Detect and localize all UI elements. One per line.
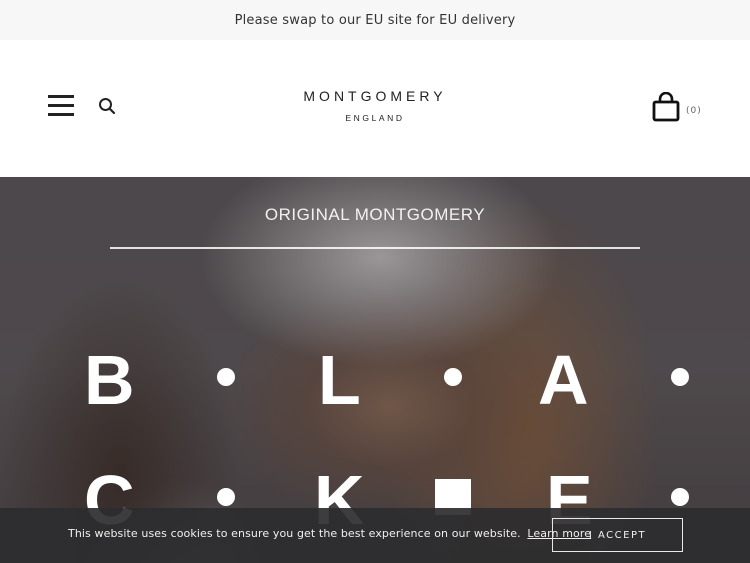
hero-dot — [671, 488, 689, 506]
cookie-consent-bar: This website uses cookies to ensure you … — [0, 508, 750, 563]
site-header: MONTGOMERY ENGLAND (0) — [0, 40, 750, 177]
hero-letter: L — [318, 341, 361, 419]
hero-subtitle: ORIGINAL MONTGOMERY — [264, 205, 486, 224]
logo-wordmark: MONTGOMERY — [303, 88, 447, 104]
hero-letter: A — [538, 341, 589, 419]
site-logo[interactable]: MONTGOMERY ENGLAND — [250, 88, 500, 123]
cart-button[interactable]: (0) — [652, 92, 702, 122]
accept-cookies-button[interactable]: I ACCEPT — [552, 518, 683, 552]
hero-dot — [671, 368, 689, 386]
shopping-bag-icon — [652, 92, 680, 122]
hero-dot — [217, 488, 235, 506]
hero-letter: B — [84, 341, 135, 419]
search-icon[interactable] — [98, 97, 116, 115]
cart-count: (0) — [686, 106, 702, 116]
cookie-message: This website uses cookies to ensure you … — [68, 527, 591, 540]
hero-banner[interactable]: ORIGINAL MONTGOMERY B L A C K E — [0, 177, 750, 563]
announcement-text[interactable]: Please swap to our EU site for EU delive… — [235, 13, 516, 28]
hero-dot — [444, 368, 462, 386]
hero-dot — [217, 368, 235, 386]
cookie-message-text: This website uses cookies to ensure you … — [68, 527, 521, 540]
logo-subline: ENGLAND — [345, 113, 405, 123]
hero-divider — [110, 247, 640, 249]
announcement-bar[interactable]: Please swap to our EU site for EU delive… — [0, 0, 750, 40]
hamburger-menu-icon[interactable] — [48, 95, 74, 117]
